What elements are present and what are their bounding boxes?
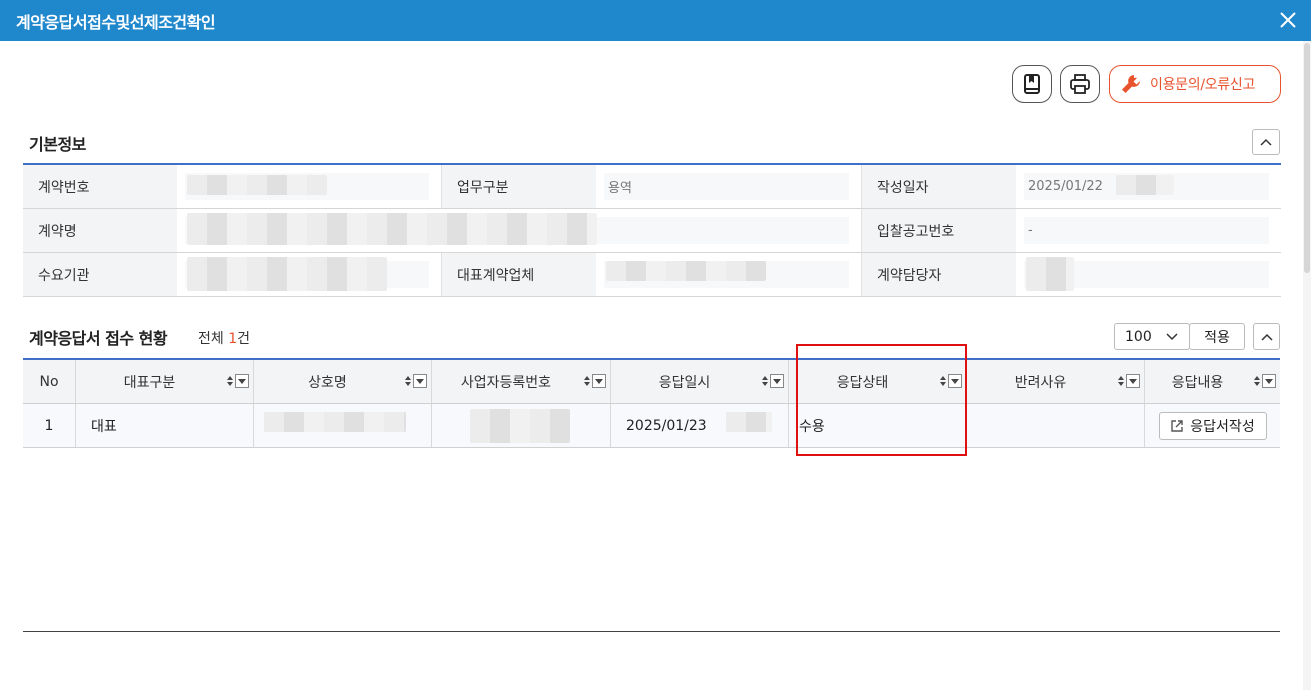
- info-row: 계약번호 업무구분 용역 작성일자 2025/01/22: [23, 165, 1281, 209]
- cell-company: [254, 404, 432, 447]
- contract-number-value: [177, 165, 442, 208]
- info-label: 입찰공고번호: [862, 209, 1016, 252]
- contract-name-value: [177, 209, 862, 252]
- demand-agency-value: [177, 253, 442, 296]
- sort-icon[interactable]: [761, 374, 769, 388]
- column-controls: [761, 374, 784, 388]
- book-icon: [1024, 74, 1040, 94]
- info-row: 수요기관 대표계약업체 계약담당자: [23, 253, 1281, 297]
- dialog-titlebar: 계약응답서접수및선제조건확인: [0, 0, 1311, 41]
- info-label: 계약담당자: [862, 253, 1016, 296]
- filter-dropdown-icon[interactable]: [592, 374, 606, 388]
- basic-info-title: 기본정보: [29, 135, 86, 154]
- filter-dropdown-icon[interactable]: [1126, 374, 1140, 388]
- dialog-title: 계약응답서접수및선제조건확인: [16, 13, 216, 32]
- redacted-value: [606, 261, 766, 281]
- page-size-select[interactable]: 100: [1114, 323, 1190, 350]
- redacted-value: [187, 213, 597, 245]
- redacted-value: [187, 257, 387, 291]
- chevron-up-icon: [1260, 333, 1273, 341]
- scrollbar-thumb[interactable]: [1304, 43, 1310, 273]
- sort-icon[interactable]: [226, 374, 234, 388]
- column-controls: [404, 374, 427, 388]
- redacted-value: [726, 412, 772, 432]
- column-header-company[interactable]: 상호명: [254, 360, 432, 403]
- column-controls: [226, 374, 249, 388]
- redacted-value: [187, 175, 327, 195]
- receipt-status-collapse-button[interactable]: [1253, 323, 1280, 350]
- inquiry-report-button[interactable]: 이용문의/오류신고: [1109, 65, 1281, 103]
- info-row: 계약명 입찰공고번호 -: [23, 209, 1281, 253]
- page-size-value: 100: [1125, 328, 1152, 345]
- redacted-value: [264, 412, 406, 432]
- receipt-status-grid: No 대표구분 상호명 사업자등록번호 응답일시 응답상태 반려사유 응답내용 …: [23, 358, 1280, 448]
- external-link-icon: [1171, 419, 1183, 432]
- total-count-number: 1: [228, 331, 238, 347]
- cell-response: 응답서작성: [1145, 404, 1280, 447]
- basic-info-table: 계약번호 업무구분 용역 작성일자 2025/01/22 계약명 입찰공고번호 …: [23, 163, 1281, 297]
- write-response-button[interactable]: 응답서작성: [1158, 411, 1267, 440]
- contract-manager-value: [1016, 253, 1281, 296]
- column-controls: [1117, 374, 1140, 388]
- column-header-reason[interactable]: 반려사유: [967, 360, 1145, 403]
- filter-dropdown-icon[interactable]: [770, 374, 784, 388]
- basic-info-collapse-button[interactable]: [1252, 129, 1280, 155]
- chevron-up-icon: [1260, 138, 1272, 146]
- representative-company-value: [596, 253, 862, 296]
- redacted-value: [470, 409, 570, 443]
- column-controls: [1253, 374, 1276, 388]
- column-header-response[interactable]: 응답내용: [1145, 360, 1280, 403]
- column-header-no[interactable]: No: [23, 360, 76, 403]
- info-label: 작성일자: [862, 165, 1016, 208]
- status-highlight-box: [796, 344, 967, 456]
- sort-icon[interactable]: [404, 374, 412, 388]
- cell-biz-no: [432, 404, 611, 447]
- apply-button[interactable]: 적용: [1189, 323, 1245, 350]
- info-label: 계약번호: [23, 165, 177, 208]
- filter-dropdown-icon[interactable]: [1262, 374, 1276, 388]
- cell-type: 대표: [76, 404, 254, 447]
- sort-icon[interactable]: [1253, 374, 1261, 388]
- cell-date: 2025/01/23: [611, 404, 789, 447]
- info-label: 업무구분: [442, 165, 596, 208]
- column-header-type[interactable]: 대표구분: [76, 360, 254, 403]
- column-controls: [583, 374, 606, 388]
- inquiry-report-label: 이용문의/오류신고: [1150, 77, 1256, 93]
- info-label: 수요기관: [23, 253, 177, 296]
- close-icon[interactable]: [1275, 7, 1301, 33]
- printer-icon: [1070, 74, 1090, 94]
- filter-dropdown-icon[interactable]: [413, 374, 427, 388]
- table-row[interactable]: 1 대표 2025/01/23 수용 응답서작성: [23, 404, 1280, 448]
- info-label: 대표계약업체: [442, 253, 596, 296]
- filter-dropdown-icon[interactable]: [235, 374, 249, 388]
- divider: [23, 631, 1280, 632]
- sort-icon[interactable]: [583, 374, 591, 388]
- cell-reason: [967, 404, 1145, 447]
- cell-no: 1: [23, 404, 76, 447]
- sort-icon[interactable]: [1117, 374, 1125, 388]
- business-type-value: 용역: [596, 165, 862, 208]
- grid-header-row: No 대표구분 상호명 사업자등록번호 응답일시 응답상태 반려사유 응답내용: [23, 360, 1280, 404]
- created-date-value: 2025/01/22: [1016, 165, 1281, 208]
- write-response-label: 응답서작성: [1190, 418, 1255, 435]
- manual-button[interactable]: [1012, 65, 1052, 103]
- print-button[interactable]: [1060, 65, 1100, 103]
- chevron-down-icon: [1166, 332, 1178, 340]
- scrollbar[interactable]: [1303, 41, 1311, 690]
- receipt-status-title: 계약응답서 접수 현황: [29, 329, 168, 348]
- wrench-icon: [1122, 75, 1140, 93]
- total-count: 전체 1건: [198, 331, 251, 347]
- redacted-value: [1026, 257, 1074, 291]
- redacted-value: [1116, 175, 1174, 195]
- bid-notice-number-value: -: [1016, 209, 1281, 252]
- column-header-date[interactable]: 응답일시: [611, 360, 789, 403]
- column-header-biz-no[interactable]: 사업자등록번호: [432, 360, 611, 403]
- info-label: 계약명: [23, 209, 177, 252]
